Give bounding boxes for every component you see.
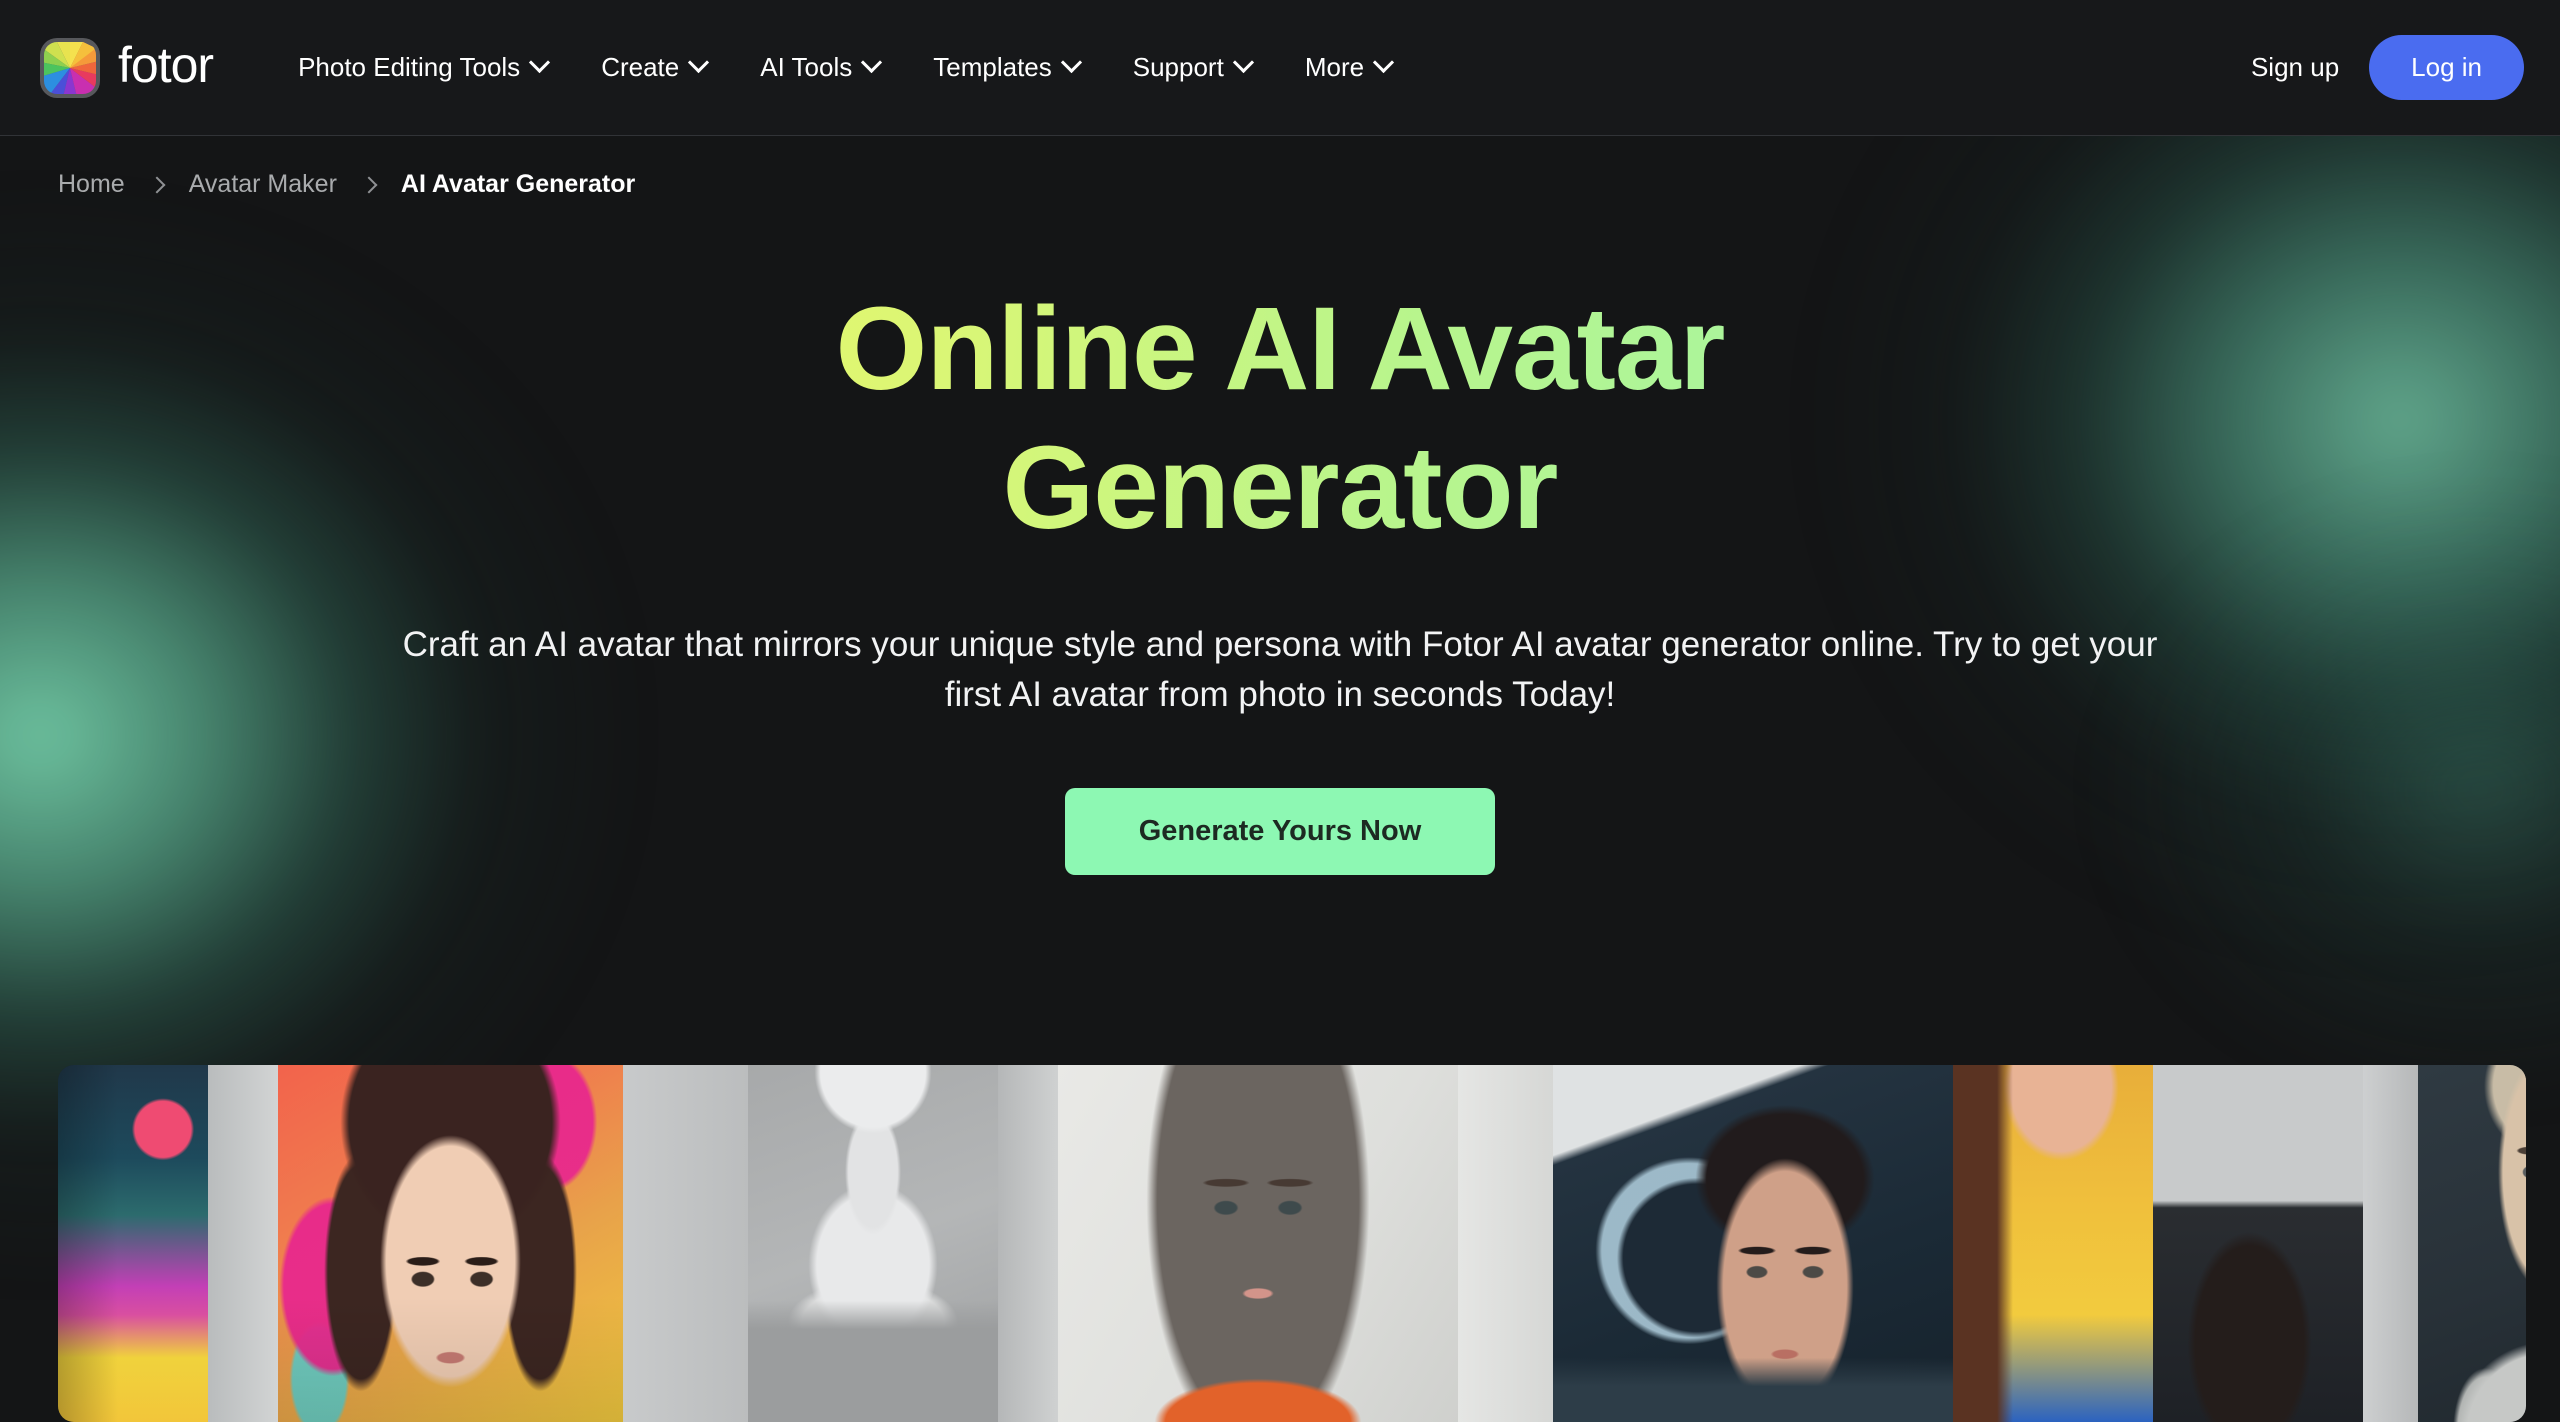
nav-label: More (1304, 52, 1365, 82)
avatar-thumb-marble-bust[interactable] (748, 1065, 998, 1422)
gallery-gap-wall-2 (623, 1065, 748, 1422)
fotor-color-wheel-icon (40, 37, 100, 98)
avatar-thumb-scifi-woman[interactable] (1553, 1065, 1953, 1422)
nav-item-create[interactable]: Create (574, 40, 733, 95)
chevron-down-icon (1372, 51, 1395, 74)
hero-description: Craft an AI avatar that mirrors your uni… (402, 625, 2158, 715)
page-title: Online AI Avatar Generator (630, 280, 1930, 558)
sign-up-button[interactable]: Sign up (2221, 40, 2369, 95)
main-nav: Photo Editing Tools Create AI Tools Temp… (271, 40, 1418, 95)
color-wheel-svg (44, 41, 96, 94)
gallery-gap-wall-4 (1458, 1065, 1553, 1422)
breadcrumb-item-avatar-maker[interactable]: Avatar Maker (189, 170, 337, 199)
page-title-line-1: Online AI Avatar (835, 283, 1725, 415)
avatar-thumb-silver-armor-woman[interactable] (2418, 1065, 2526, 1422)
hero-section: Online AI Avatar Generator Craft an AI a… (0, 280, 2560, 875)
nav-item-support[interactable]: Support (1106, 40, 1278, 95)
gallery-gap-wall-3 (998, 1065, 1058, 1422)
chevron-down-icon (1232, 51, 1254, 74)
log-in-button[interactable]: Log in (2369, 35, 2524, 100)
chevron-right-icon (148, 176, 166, 193)
nav-label: AI Tools (760, 52, 853, 82)
gallery-gap-wall-5 (2363, 1065, 2418, 1422)
breadcrumb-item-current: AI Avatar Generator (400, 170, 636, 198)
nav-item-more[interactable]: More (1278, 40, 1418, 95)
nav-label: Create (601, 52, 680, 82)
avatar-thumb-pink-hair-woman[interactable] (278, 1065, 623, 1422)
avatar-thumb-longhair-woman[interactable] (1058, 1065, 1458, 1422)
gallery-gap-wall-1 (208, 1065, 278, 1422)
nav-item-photo-editing-tools[interactable]: Photo Editing Tools (271, 40, 574, 95)
page-title-line-2: Generator (1002, 422, 1558, 555)
nav-label: Support (1132, 52, 1224, 82)
top-navigation-bar: fotor Photo Editing Tools Create AI Tool… (0, 0, 2560, 136)
nav-label: Templates (933, 52, 1052, 82)
chevron-down-icon (688, 51, 710, 74)
nav-item-ai-tools[interactable]: AI Tools (733, 40, 906, 95)
breadcrumb: Home Avatar Maker AI Avatar Generator (58, 170, 635, 199)
brand-logo-link[interactable]: fotor (40, 37, 214, 98)
chevron-down-icon (529, 51, 551, 74)
chevron-down-icon (1060, 51, 1082, 74)
account-actions: Sign up Log in (2221, 35, 2524, 100)
avatar-thumb-yellow-jacket-woman[interactable] (1953, 1065, 2153, 1422)
brand-name: fotor (118, 37, 214, 93)
avatar-thumb-dark-portrait[interactable] (2153, 1065, 2363, 1422)
chevron-down-icon (861, 51, 883, 74)
page-root: fotor Photo Editing Tools Create AI Tool… (0, 0, 2560, 1422)
avatar-thumb-abstract-art[interactable] (58, 1065, 208, 1422)
ai-avatar-showcase-strip[interactable] (58, 1065, 2526, 1422)
nav-label: Photo Editing Tools (298, 52, 521, 82)
breadcrumb-item-home[interactable]: Home (58, 170, 125, 199)
generate-yours-now-button[interactable]: Generate Yours Now (1064, 787, 1496, 875)
nav-item-templates[interactable]: Templates (906, 40, 1106, 95)
chevron-right-icon (360, 176, 378, 193)
